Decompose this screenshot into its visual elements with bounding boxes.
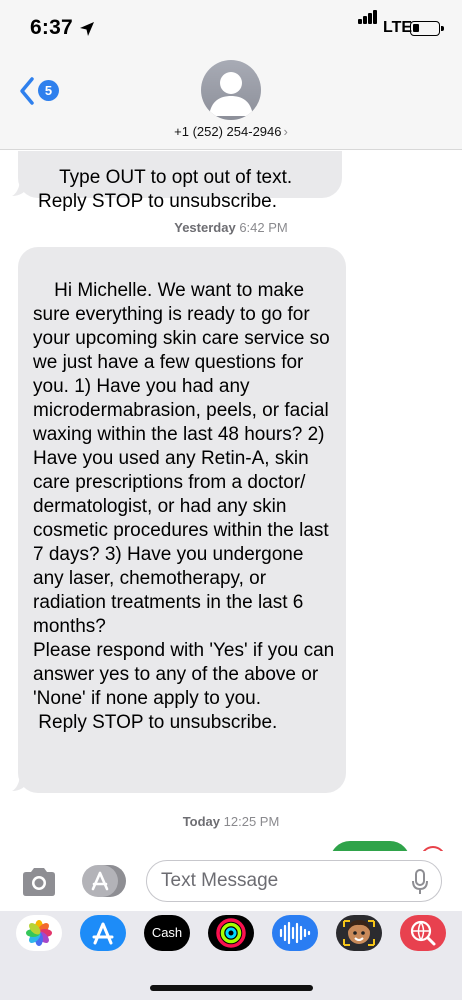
timestamp-day: Today <box>182 814 221 829</box>
battery-icon <box>410 21 444 36</box>
photos-app-icon[interactable] <box>16 915 62 951</box>
contact-avatar[interactable] <box>201 60 261 120</box>
message-input[interactable] <box>161 867 401 895</box>
battery-fill <box>413 24 419 32</box>
contact-name-button[interactable]: +1 (252) 254-2946 › <box>0 124 462 139</box>
person-silhouette-icon <box>209 72 253 116</box>
status-time: 6:37 <box>30 16 73 39</box>
message-timestamp: Yesterday 6:42 PM <box>0 220 462 235</box>
message-text: Hi Michelle. We want to make sure everyt… <box>33 280 335 733</box>
audio-message-icon[interactable] <box>272 915 318 951</box>
bubble-tail <box>12 773 28 791</box>
location-arrow-icon <box>80 22 94 36</box>
conversation-header: 5 +1 (252) 254-2946 › <box>0 52 462 150</box>
back-button[interactable]: 5 <box>18 74 64 106</box>
web-search-icon[interactable] <box>400 915 446 951</box>
chevron-right-icon: › <box>283 124 288 139</box>
app-store-a-icon <box>92 922 114 945</box>
cash-app-icon[interactable]: Cash <box>144 915 190 951</box>
message-text: Type OUT to opt out of text. Reply STOP … <box>38 167 293 212</box>
received-message-bubble[interactable]: Hi Michelle. We want to make sure everyt… <box>18 247 346 793</box>
imessage-app-drawer: Cash <box>0 911 462 1000</box>
message-timestamp: Today 12:25 PM <box>0 814 462 829</box>
timestamp-time: 6:42 PM <box>239 220 288 235</box>
photos-flower-icon <box>26 920 52 946</box>
network-type: LTE <box>383 19 413 36</box>
app-store-icon[interactable] <box>80 915 126 951</box>
camera-icon[interactable] <box>20 867 58 897</box>
fitness-activity-icon[interactable] <box>208 915 254 951</box>
microphone-icon[interactable] <box>411 869 429 895</box>
timestamp-day: Yesterday <box>174 220 236 235</box>
unread-count-badge: 5 <box>38 80 59 101</box>
waveform-icon <box>279 921 311 945</box>
app-store-drawer-icon[interactable] <box>82 865 126 897</box>
activity-rings-icon <box>216 918 246 948</box>
contact-phone-number: +1 (252) 254-2946 <box>174 124 282 139</box>
memoji-face-icon <box>343 920 375 946</box>
apple-cash-label: Cash <box>151 925 183 940</box>
home-indicator[interactable] <box>150 985 313 991</box>
sent-message-bubble[interactable] <box>330 841 410 851</box>
globe-search-icon <box>410 920 436 946</box>
status-bar: 6:37 LTE <box>0 0 462 52</box>
memoji-icon[interactable] <box>336 915 382 951</box>
timestamp-time: 12:25 PM <box>223 814 280 829</box>
not-delivered-icon[interactable] <box>414 840 452 851</box>
message-input-field[interactable] <box>146 860 442 902</box>
chevron-left-icon <box>20 77 34 105</box>
compose-bar <box>0 851 462 911</box>
bubble-tail <box>12 178 28 196</box>
received-message-bubble[interactable]: Type OUT to opt out of text. Reply STOP … <box>18 151 342 212</box>
message-list[interactable]: Type OUT to opt out of text. Reply STOP … <box>0 151 462 851</box>
